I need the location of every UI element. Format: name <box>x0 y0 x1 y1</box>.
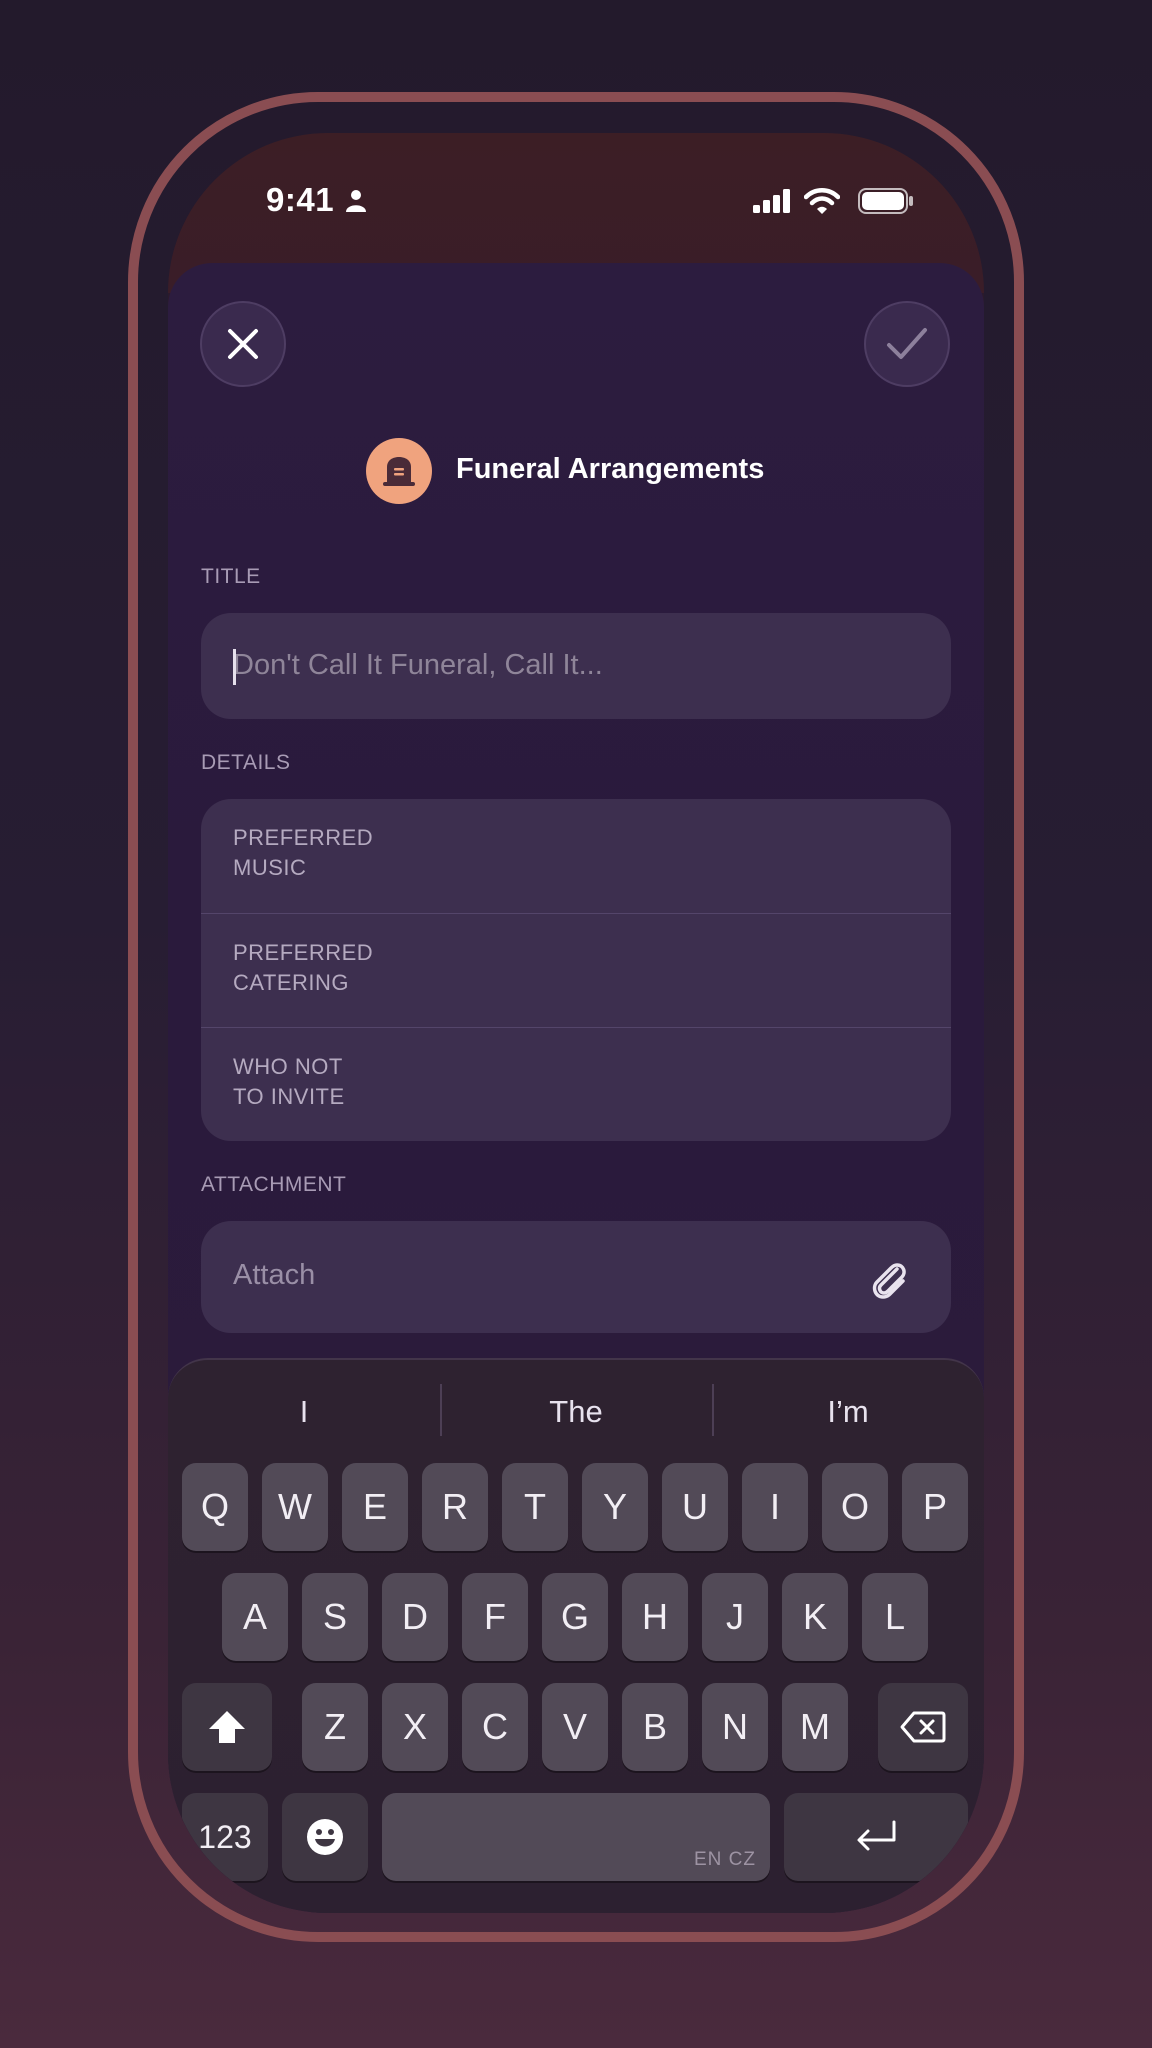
title-section-label: TITLE <box>201 565 261 588</box>
key-o[interactable]: O <box>822 1463 888 1551</box>
key-c[interactable]: C <box>462 1683 528 1771</box>
status-time: 9:41 <box>266 181 335 218</box>
key-d[interactable]: D <box>382 1573 448 1661</box>
key-r[interactable]: R <box>422 1463 488 1551</box>
keyboard: I The I’m Q W E R T Y U I O P A S D F G … <box>168 1358 984 1913</box>
detail-row-who-not-to-invite[interactable]: WHO NOT TO INVITE <box>201 1028 951 1142</box>
close-button[interactable] <box>200 301 286 387</box>
key-n[interactable]: N <box>702 1683 768 1771</box>
key-j[interactable]: J <box>702 1573 768 1661</box>
key-h[interactable]: H <box>622 1573 688 1661</box>
key-a[interactable]: A <box>222 1573 288 1661</box>
title-placeholder: Don't Call It Funeral, Call It... <box>233 649 603 681</box>
key-z[interactable]: Z <box>302 1683 368 1771</box>
text-caret <box>233 649 236 685</box>
suggestion-divider <box>440 1384 442 1436</box>
space-language-label: EN CZ <box>694 1849 756 1870</box>
key-x[interactable]: X <box>382 1683 448 1771</box>
key-u[interactable]: U <box>662 1463 728 1551</box>
wifi-icon <box>804 188 840 214</box>
checkmark-icon <box>887 328 927 359</box>
suggestion-divider <box>712 1384 714 1436</box>
emoji-key[interactable] <box>282 1793 368 1881</box>
key-i[interactable]: I <box>742 1463 808 1551</box>
key-t[interactable]: T <box>502 1463 568 1551</box>
numbers-key[interactable]: 123 <box>182 1793 268 1881</box>
key-l[interactable]: L <box>862 1573 928 1661</box>
space-key[interactable]: EN CZ <box>382 1793 770 1881</box>
details-section-label: DETAILS <box>201 751 291 774</box>
shift-key[interactable] <box>182 1683 272 1771</box>
emoji-icon <box>307 1819 343 1855</box>
phone-screen: 9:41 Funeral Arrangements TITLE Don't Ca… <box>168 133 984 1913</box>
backspace-icon <box>900 1711 946 1743</box>
save-button[interactable] <box>864 301 950 387</box>
attach-placeholder: Attach <box>233 1259 316 1291</box>
key-k[interactable]: K <box>782 1573 848 1661</box>
close-icon <box>228 329 258 359</box>
person-icon <box>346 190 366 212</box>
suggestion-1[interactable]: I <box>204 1394 404 1430</box>
key-s[interactable]: S <box>302 1573 368 1661</box>
title-input[interactable]: Don't Call It Funeral, Call It... <box>201 613 951 719</box>
return-icon <box>857 1820 896 1851</box>
detail-row-preferred-music[interactable]: PREFERRED MUSIC <box>201 799 951 913</box>
details-group: PREFERRED MUSIC PREFERRED CATERING WHO NOT… <box>201 799 951 1141</box>
key-w[interactable]: W <box>262 1463 328 1551</box>
category-badge <box>366 438 432 504</box>
key-m[interactable]: M <box>782 1683 848 1771</box>
key-e[interactable]: E <box>342 1463 408 1551</box>
paperclip-icon[interactable] <box>867 1257 911 1301</box>
cellular-signal-icon <box>753 189 790 213</box>
suggestion-2[interactable]: The <box>476 1394 676 1430</box>
detail-label: PREFERRED MUSIC <box>233 825 374 880</box>
detail-label: WHO NOT TO INVITE <box>233 1054 345 1109</box>
key-q[interactable]: Q <box>182 1463 248 1551</box>
key-f[interactable]: F <box>462 1573 528 1661</box>
detail-label: PREFERRED CATERING <box>233 940 374 995</box>
suggestion-3[interactable]: I’m <box>748 1394 948 1430</box>
battery-icon <box>858 188 913 214</box>
shift-icon <box>209 1711 245 1743</box>
key-b[interactable]: B <box>622 1683 688 1771</box>
page-title: Funeral Arrangements <box>456 453 765 485</box>
detail-row-preferred-catering[interactable]: PREFERRED CATERING <box>201 914 951 1028</box>
key-g[interactable]: G <box>542 1573 608 1661</box>
key-v[interactable]: V <box>542 1683 608 1771</box>
tombstone-icon <box>383 457 415 486</box>
attachment-section-label: ATTACHMENT <box>201 1173 347 1196</box>
return-key[interactable] <box>784 1793 968 1881</box>
backspace-key[interactable] <box>878 1683 968 1771</box>
attach-field[interactable]: Attach <box>201 1221 951 1333</box>
key-y[interactable]: Y <box>582 1463 648 1551</box>
key-p[interactable]: P <box>902 1463 968 1551</box>
